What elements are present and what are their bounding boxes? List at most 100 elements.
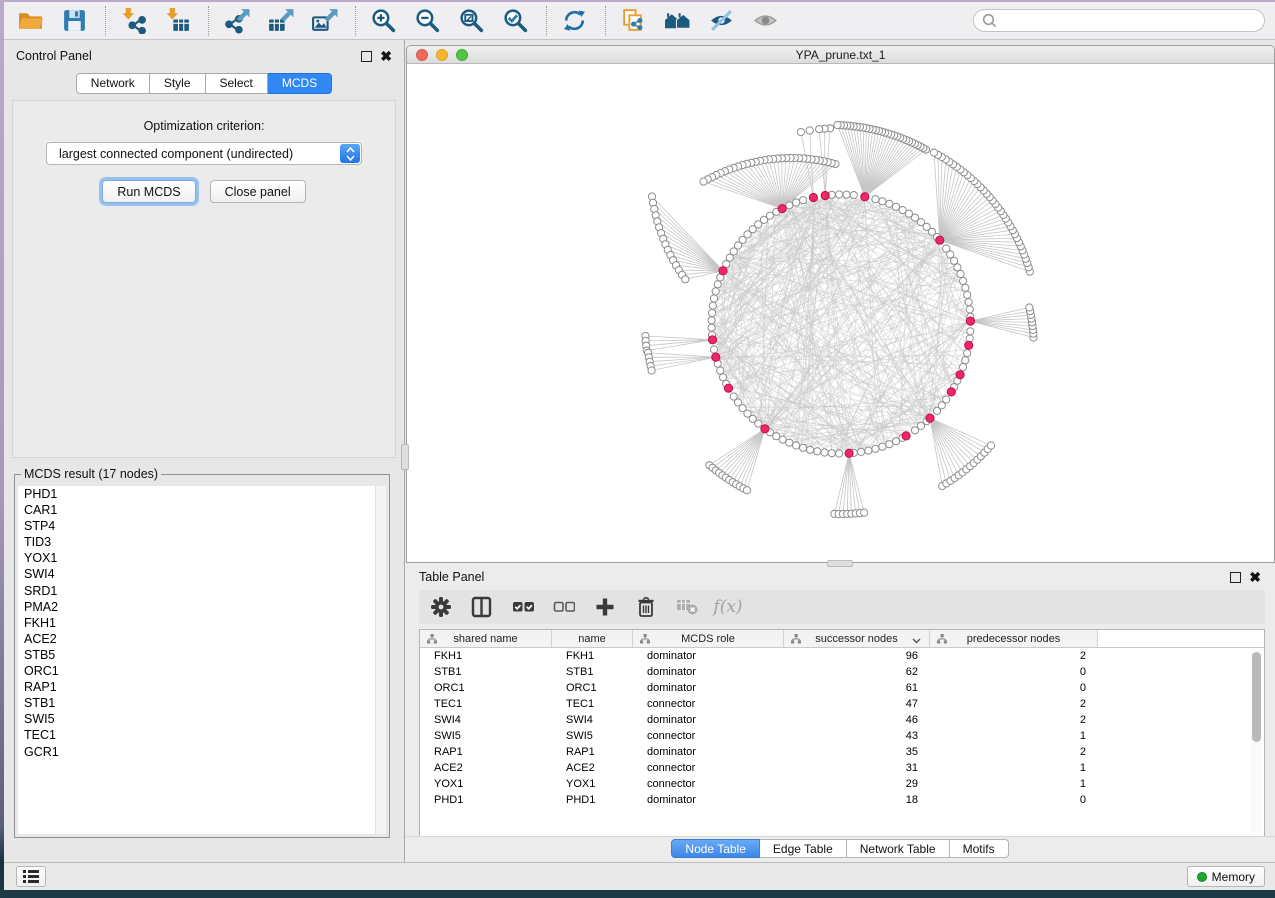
select-all-button[interactable]: [511, 595, 535, 619]
list-item[interactable]: TID3: [18, 534, 386, 550]
network-graph[interactable]: [407, 64, 1274, 562]
control-panel-title: Control Panel: [16, 49, 92, 63]
column-header-name[interactable]: name: [552, 630, 633, 647]
list-item[interactable]: SWI4: [18, 566, 386, 582]
cell: 96: [784, 648, 930, 664]
table-row[interactable]: RAP1RAP1dominator352: [420, 744, 1264, 760]
table-row[interactable]: YOX1YOX1connector291: [420, 776, 1264, 792]
list-item[interactable]: CAR1: [18, 502, 386, 518]
add-button[interactable]: [593, 595, 617, 619]
tab-select[interactable]: Select: [206, 73, 268, 94]
mcds-result-list[interactable]: PHD1CAR1STP4TID3YOX1SWI4SRD1PMA2FKH1ACE2…: [18, 486, 386, 834]
table-row[interactable]: STB1STB1dominator620: [420, 664, 1264, 680]
right-column: YPA_prune.txt_1 Table Panel ✖: [405, 40, 1275, 862]
list-item[interactable]: GCR1: [18, 744, 386, 760]
search-input[interactable]: [973, 9, 1265, 32]
homes-button[interactable]: [664, 7, 691, 34]
list-item[interactable]: ACE2: [18, 631, 386, 647]
list-item[interactable]: RAP1: [18, 679, 386, 695]
optimization-criterion-select[interactable]: largest connected component (undirected): [46, 142, 362, 165]
list-item[interactable]: PMA2: [18, 599, 386, 615]
cell: FKH1: [420, 648, 552, 664]
add-icon: [594, 596, 616, 618]
columns-button[interactable]: [470, 595, 494, 619]
column-header-predecessor-nodes[interactable]: predecessor nodes: [930, 630, 1098, 647]
list-item[interactable]: TEC1: [18, 727, 386, 743]
list-item[interactable]: STB5: [18, 647, 386, 663]
list-item[interactable]: STP4: [18, 518, 386, 534]
result-list-scrollbar[interactable]: [375, 486, 386, 834]
table-scrollbar[interactable]: [1251, 650, 1262, 834]
close-table-panel-icon[interactable]: ✖: [1249, 572, 1261, 583]
settings-icon: [430, 596, 452, 618]
table-scrollbar-thumb[interactable]: [1252, 652, 1261, 742]
list-item[interactable]: PHD1: [18, 486, 386, 502]
settings-button[interactable]: [429, 595, 453, 619]
import-network-button[interactable]: [120, 7, 147, 34]
network-window-titlebar[interactable]: YPA_prune.txt_1: [407, 46, 1274, 64]
delete-button[interactable]: [634, 595, 658, 619]
table-row[interactable]: PHD1PHD1dominator180: [420, 792, 1264, 808]
export-image-button[interactable]: [311, 7, 338, 34]
float-table-panel-icon[interactable]: [1230, 572, 1241, 583]
table-row[interactable]: ORC1ORC1dominator610: [420, 680, 1264, 696]
refresh-button[interactable]: [561, 7, 588, 34]
list-item[interactable]: ORC1: [18, 663, 386, 679]
tab-style[interactable]: Style: [150, 73, 206, 94]
cell: 31: [784, 760, 930, 776]
close-panel-icon[interactable]: ✖: [380, 51, 392, 62]
open-folder-button[interactable]: [17, 7, 44, 34]
cell: 1: [930, 776, 1098, 792]
tab-motifs[interactable]: Motifs: [950, 839, 1009, 858]
tab-edge-table[interactable]: Edge Table: [760, 839, 847, 858]
run-mcds-button[interactable]: Run MCDS: [102, 180, 195, 203]
tab-network[interactable]: Network: [76, 73, 150, 94]
cell: PHD1: [552, 792, 633, 808]
list-item[interactable]: SWI5: [18, 711, 386, 727]
table-body: FKH1FKH1dominator962STB1STB1dominator620…: [420, 648, 1264, 808]
mcds-tab-content: Optimization criterion: largest connecte…: [12, 100, 396, 458]
copy-network-icon: [620, 7, 647, 34]
network-canvas[interactable]: [407, 64, 1274, 562]
memory-label: Memory: [1212, 870, 1255, 884]
splitter-grip-horizontal[interactable]: [827, 560, 853, 567]
copy-network-button[interactable]: [620, 7, 647, 34]
tab-network-table[interactable]: Network Table: [847, 839, 950, 858]
table-row[interactable]: ACE2ACE2connector311: [420, 760, 1264, 776]
column-header-successor-nodes[interactable]: successor nodes: [784, 630, 930, 647]
list-item[interactable]: STB1: [18, 695, 386, 711]
table-row[interactable]: FKH1FKH1dominator962: [420, 648, 1264, 664]
zoom-in-button[interactable]: [370, 7, 397, 34]
list-item[interactable]: SRD1: [18, 583, 386, 599]
zoom-selected-button[interactable]: [502, 7, 529, 34]
list-item[interactable]: YOX1: [18, 550, 386, 566]
save-button[interactable]: [61, 7, 88, 34]
table-row[interactable]: SWI4SWI4dominator462: [420, 712, 1264, 728]
export-network-button[interactable]: [223, 7, 250, 34]
column-header-MCDS-role[interactable]: MCDS role: [633, 630, 784, 647]
table-row[interactable]: TEC1TEC1connector472: [420, 696, 1264, 712]
zoom-fit-button[interactable]: [458, 7, 485, 34]
network-view-window: YPA_prune.txt_1: [406, 45, 1275, 563]
table-row[interactable]: SWI5SWI5connector431: [420, 728, 1264, 744]
column-header-shared-name[interactable]: shared name: [420, 630, 552, 647]
hide-details-button[interactable]: [708, 7, 735, 34]
splitter-grip-vertical[interactable]: [401, 444, 409, 470]
memory-button[interactable]: Memory: [1187, 866, 1265, 887]
cell: 2: [930, 744, 1098, 760]
cell: 2: [930, 648, 1098, 664]
zoom-out-button[interactable]: [414, 7, 441, 34]
tab-node-table[interactable]: Node Table: [671, 839, 760, 858]
deselect-all-button[interactable]: [552, 595, 576, 619]
import-table-button[interactable]: [164, 7, 191, 34]
cell: 62: [784, 664, 930, 680]
eye-button[interactable]: [752, 7, 779, 34]
panel-selector-button[interactable]: [16, 866, 46, 887]
export-table-button[interactable]: [267, 7, 294, 34]
tree-icon: [640, 634, 650, 644]
cell: connector: [633, 776, 784, 792]
tab-mcds[interactable]: MCDS: [268, 73, 332, 94]
float-panel-icon[interactable]: [361, 51, 372, 62]
close-panel-button[interactable]: Close panel: [210, 180, 306, 203]
list-item[interactable]: FKH1: [18, 615, 386, 631]
